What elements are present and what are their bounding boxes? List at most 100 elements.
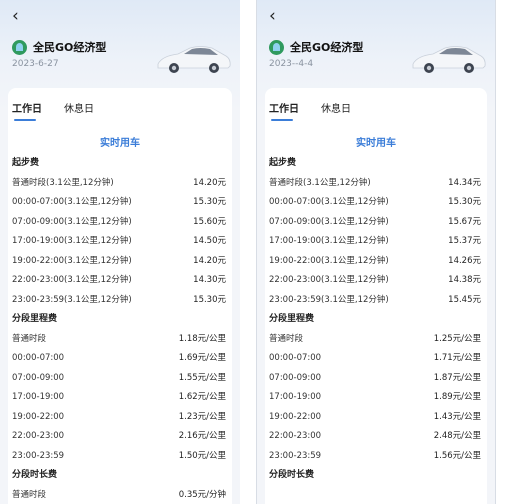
- fare-period: 00:00-07:00(3.1公里,12分钟): [269, 197, 389, 207]
- tab-workday[interactable]: 工作日: [12, 100, 42, 121]
- fare-row: 17:00-19:00(3.1公里,12分钟) 14.50元: [12, 232, 226, 252]
- fare-list: 起步费 普通时段(3.1公里,12分钟) 14.34元 00:00-07:00(3.1…: [269, 154, 481, 486]
- fare-period: 17:00-19:00: [269, 392, 322, 402]
- fare-period: 07:00-09:00(3.1公里,12分钟): [269, 216, 389, 227]
- tab-restday[interactable]: 休息日: [321, 100, 351, 121]
- fare-period: 19:00-22:00(3.1公里,12分钟): [269, 255, 389, 266]
- section-title: 起步费: [12, 158, 40, 168]
- section-title: 分段时长费: [12, 470, 58, 480]
- fare-row: 19:00-22:00 1.43元/公里: [269, 408, 481, 428]
- fare-value: 15.45元: [448, 294, 481, 305]
- fare-row: 23:00-23:59(3.1公里,12分钟) 15.45元: [269, 291, 481, 311]
- fare-period: 19:00-22:00: [12, 411, 65, 422]
- day-tabs: 工作日 休息日: [269, 100, 351, 121]
- fare-row: 23:00-23:59 1.56元/公里: [269, 447, 481, 467]
- fare-value: 15.30元: [193, 197, 226, 207]
- fare-period: 00:00-07:00: [12, 353, 65, 363]
- fare-list: 起步费普通时段(3.1公里,12分钟) 14.20元 00:00-07:00(3.1…: [12, 154, 226, 504]
- fare-period: 00:00-07:00(3.1公里,12分钟): [12, 197, 132, 207]
- fare-row: 普通时段(3.1公里,12分钟) 14.20元: [12, 174, 226, 194]
- fare-row: 17:00-19:00 1.62元/公里: [12, 388, 226, 408]
- fare-value: 15.37元: [448, 236, 481, 246]
- fare-value: 0.35元/分钟: [178, 489, 226, 500]
- car-icon: [157, 46, 231, 73]
- brand-logo-icon: [12, 39, 27, 55]
- chevron-left-icon[interactable]: ‹: [12, 6, 32, 26]
- fare-period: 07:00-09:00: [269, 372, 322, 383]
- brand-logo-icon: [269, 39, 284, 55]
- fare-value: 1.25元/公里: [433, 333, 481, 344]
- screen-right: ‹ 全民GO经济型 2023--4-4 工作日 休息日 实时用车 起步费 普通时段(…: [256, 0, 496, 504]
- fare-period: 17:00-19:00(3.1公里,12分钟): [269, 236, 389, 246]
- fare-period: 普通时段: [12, 333, 47, 344]
- fare-row: 19:00-22:00 1.23元/公里: [12, 408, 226, 428]
- fare-period: 17:00-19:00: [12, 392, 65, 402]
- fare-period: 19:00-22:00: [269, 411, 322, 422]
- fare-row: 23:00-23:59 1.50元/公里: [12, 447, 226, 467]
- fare-value: 1.50元/公里: [178, 450, 226, 461]
- fare-row: 普通时段 0.35元/分钟: [12, 486, 226, 504]
- mode-label: 实时用车: [100, 138, 140, 149]
- fare-row: 07:00-09:00 1.55元/公里: [12, 369, 226, 389]
- tab-restday[interactable]: 休息日: [64, 100, 94, 121]
- section-title: 分段里程费: [269, 314, 315, 324]
- fare-row: 普通时段 1.25元/公里: [269, 330, 481, 350]
- page-title: 全民GO经济型: [290, 41, 364, 54]
- fare-period: 23:00-23:59(3.1公里,12分钟): [269, 294, 389, 305]
- fare-row: 22:00-23:00 2.48元/公里: [269, 427, 481, 447]
- fare-row: 00:00-07:00(3.1公里,12分钟) 15.30元: [12, 193, 226, 213]
- fare-period: 07:00-09:00(3.1公里,12分钟): [12, 216, 132, 227]
- day-tabs: 工作日 休息日: [12, 100, 94, 121]
- fare-row: 22:00-23:00(3.1公里,12分钟) 14.30元: [12, 271, 226, 291]
- fare-period: 23:00-23:59: [12, 450, 65, 461]
- fare-period: 22:00-23:00(3.1公里,12分钟): [269, 275, 389, 285]
- fare-row: 普通时段(3.1公里,12分钟) 14.34元: [269, 174, 481, 194]
- title-row: 全民GO经济型: [12, 39, 106, 55]
- fare-value: 14.38元: [448, 275, 481, 285]
- fare-value: 1.18元/公里: [178, 333, 226, 344]
- section-title: 分段里程费: [12, 314, 58, 324]
- fare-value: 14.30元: [193, 275, 226, 285]
- fare-value: 14.20元: [193, 255, 226, 266]
- fare-period: 19:00-22:00(3.1公里,12分钟): [12, 255, 132, 266]
- fare-period: 00:00-07:00: [269, 353, 322, 363]
- fare-value: 1.43元/公里: [433, 411, 481, 422]
- fare-value: 1.62元/公里: [178, 392, 226, 402]
- fare-row: 07:00-09:00(3.1公里,12分钟) 15.67元: [269, 213, 481, 233]
- section-title: 分段时长费: [269, 470, 315, 480]
- fare-period: 普通时段: [12, 489, 47, 500]
- fare-period: 07:00-09:00: [12, 372, 65, 383]
- fare-value: 1.69元/公里: [178, 353, 226, 363]
- fare-period: 22:00-23:00(3.1公里,12分钟): [12, 275, 132, 285]
- fare-card: 工作日 休息日 实时用车 起步费 普通时段(3.1公里,12分钟) 14.34元 00:…: [265, 88, 487, 504]
- fare-period: 普通时段(3.1公里,12分钟): [12, 177, 114, 188]
- section-title: 起步费: [269, 158, 297, 168]
- title-row: 全民GO经济型: [269, 39, 363, 55]
- fare-value: 1.89元/公里: [433, 392, 481, 402]
- fare-row: 22:00-23:00(3.1公里,12分钟) 14.38元: [269, 271, 481, 291]
- fare-row: 22:00-23:00 2.16元/公里: [12, 427, 226, 447]
- fare-row: 00:00-07:00 1.71元/公里: [269, 349, 481, 369]
- fare-row: 23:00-23:59(3.1公里,12分钟) 15.30元: [12, 291, 226, 311]
- fare-row: 19:00-22:00(3.1公里,12分钟) 14.20元: [12, 252, 226, 272]
- fare-value: 15.30元: [193, 294, 226, 305]
- fare-value: 1.71元/公里: [433, 353, 481, 363]
- fare-period: 普通时段: [269, 333, 304, 344]
- fare-row: 07:00-09:00(3.1公里,12分钟) 15.60元: [12, 213, 226, 233]
- fare-row: 普通时段 1.18元/公里: [12, 330, 226, 350]
- fare-row: 00:00-07:00 1.69元/公里: [12, 349, 226, 369]
- tab-workday[interactable]: 工作日: [269, 100, 299, 121]
- fare-row: 00:00-07:00(3.1公里,12分钟) 15.30元: [269, 193, 481, 213]
- fare-row: 07:00-09:00 1.87元/公里: [269, 369, 481, 389]
- fare-period: 普通时段(3.1公里,12分钟): [269, 177, 371, 188]
- fare-value: 2.48元/公里: [433, 431, 481, 441]
- fare-card: 工作日 休息日 实时用车 起步费普通时段(3.1公里,12分钟) 14.20元 00:…: [8, 88, 232, 504]
- fare-value: 14.20元: [193, 177, 226, 188]
- page-title: 全民GO经济型: [33, 41, 107, 54]
- fare-value: 2.16元/公里: [178, 431, 226, 441]
- date-label: 2023-6-27: [12, 59, 59, 69]
- fare-period: 17:00-19:00(3.1公里,12分钟): [12, 236, 132, 246]
- chevron-left-icon[interactable]: ‹: [269, 6, 289, 26]
- fare-period: 22:00-23:00: [269, 431, 322, 441]
- fare-value: 14.26元: [448, 255, 481, 266]
